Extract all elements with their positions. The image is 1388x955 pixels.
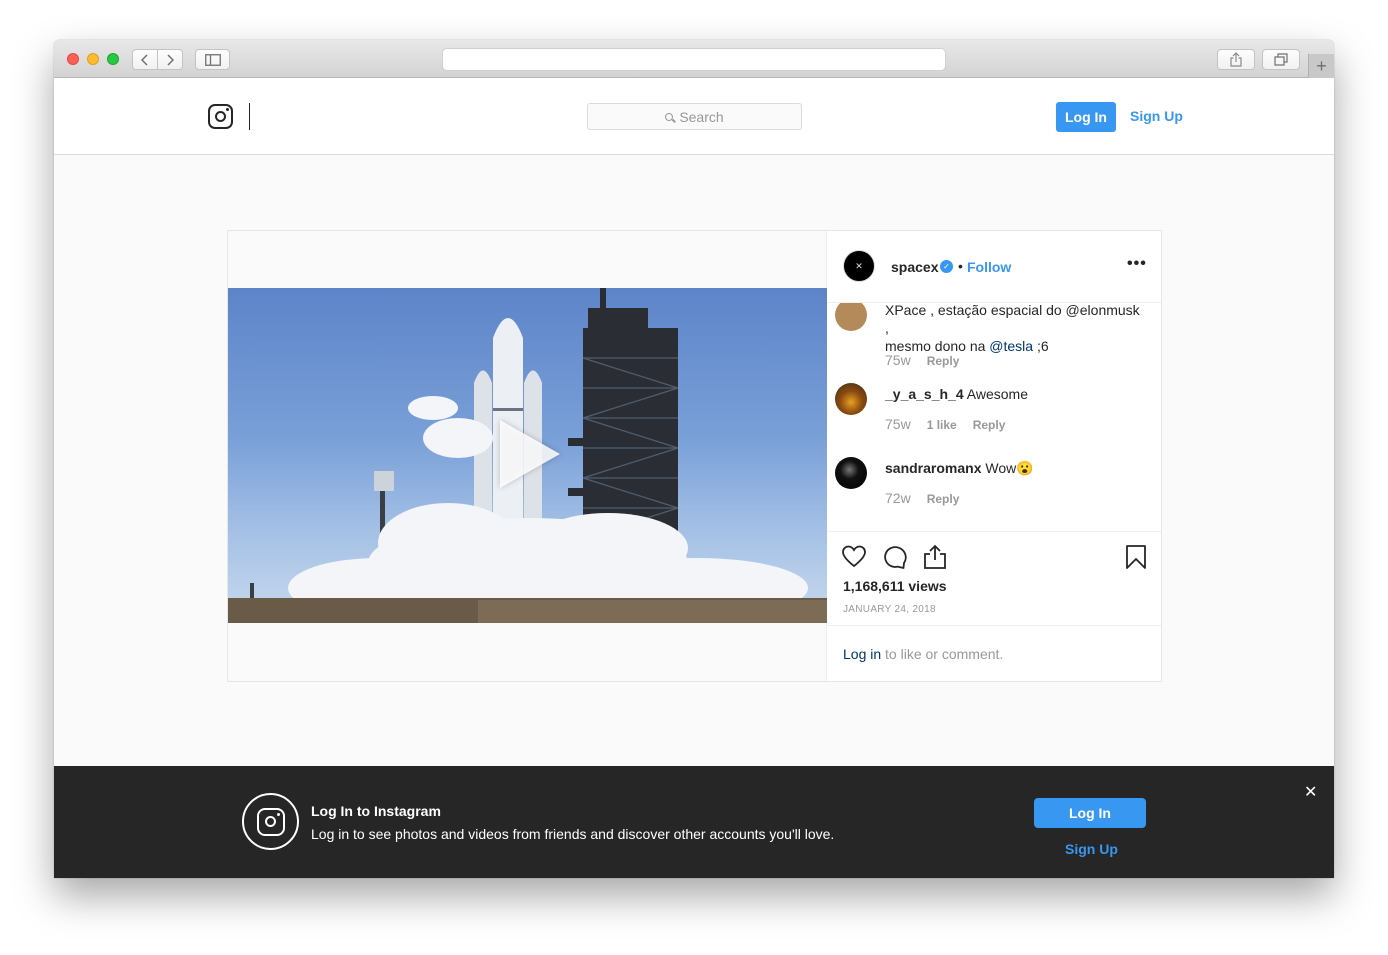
zoom-window-button[interactable] bbox=[107, 53, 119, 65]
login-link[interactable]: Log in bbox=[843, 646, 881, 662]
heart-icon[interactable] bbox=[841, 544, 867, 570]
reply-button[interactable]: Reply bbox=[927, 354, 960, 368]
sidebar-button[interactable] bbox=[195, 49, 230, 70]
comment-text: _y_a_s_h_4 Awesome bbox=[885, 385, 1147, 403]
chevron-right-icon bbox=[167, 53, 174, 66]
comments-list[interactable]: XPace , estação espacial do @elonmusk , … bbox=[827, 303, 1161, 531]
search-icon bbox=[665, 112, 674, 121]
search-input[interactable]: Search bbox=[587, 103, 802, 130]
forward-button[interactable] bbox=[157, 49, 183, 70]
header-signup-link[interactable]: Sign Up bbox=[1130, 108, 1183, 124]
reply-button[interactable]: Reply bbox=[973, 418, 1006, 432]
comment-body: Awesome bbox=[963, 386, 1028, 402]
instagram-header: Search Log In Sign Up bbox=[54, 78, 1334, 155]
comment-time[interactable]: 75w bbox=[885, 416, 911, 432]
comment-body: Wow😮 bbox=[981, 460, 1034, 476]
comment-username[interactable]: _y_a_s_h_4 bbox=[885, 386, 964, 402]
more-options-icon[interactable]: ••• bbox=[1127, 255, 1147, 273]
post-media bbox=[228, 231, 827, 681]
comment-time[interactable]: 72w bbox=[885, 490, 911, 506]
comment-line-1: XPace , estação espacial do @elonmusk , bbox=[885, 303, 1140, 336]
minimize-window-button[interactable] bbox=[87, 53, 99, 65]
login-comment-text: to like or comment. bbox=[881, 646, 1004, 662]
post-card: ✕ spacex ✓ • Follow ••• XPace , estação … bbox=[227, 230, 1162, 682]
reply-button[interactable]: Reply bbox=[927, 492, 960, 506]
comment-avatar[interactable] bbox=[835, 303, 867, 331]
banner-login-button[interactable]: Log In bbox=[1034, 798, 1146, 828]
sidebar-icon bbox=[204, 53, 221, 66]
comment-avatar[interactable] bbox=[835, 457, 867, 489]
verified-icon: ✓ bbox=[940, 260, 953, 273]
back-button[interactable] bbox=[132, 49, 158, 70]
comment-time[interactable]: 75w bbox=[885, 352, 911, 368]
nav-divider bbox=[249, 103, 250, 130]
post-sidebar: ✕ spacex ✓ • Follow ••• XPace , estação … bbox=[827, 231, 1161, 681]
comment-likes[interactable]: 1 like bbox=[927, 418, 957, 432]
banner-title: Log In to Instagram bbox=[311, 803, 441, 819]
comment-text-post: ;6 bbox=[1033, 338, 1049, 354]
post-date[interactable]: JANUARY 24, 2018 bbox=[843, 604, 936, 615]
post-header: ✕ spacex ✓ • Follow ••• bbox=[827, 231, 1161, 303]
post-actions: 1,168,611 views JANUARY 24, 2018 bbox=[827, 531, 1161, 626]
share-button[interactable] bbox=[1217, 49, 1255, 70]
instagram-logo-icon bbox=[242, 793, 299, 850]
comment-username[interactable]: sandraromanx bbox=[885, 460, 981, 476]
chevron-left-icon bbox=[141, 53, 148, 66]
view-count: 1,168,611 views bbox=[843, 578, 947, 594]
instagram-logo-icon[interactable] bbox=[208, 104, 233, 129]
follow-button[interactable]: Follow bbox=[967, 259, 1011, 275]
tabs-button[interactable] bbox=[1262, 49, 1300, 70]
mention-link[interactable]: @tesla bbox=[989, 338, 1033, 354]
browser-toolbar: + bbox=[54, 40, 1334, 78]
separator-dot: • bbox=[958, 258, 963, 274]
header-login-button[interactable]: Log In bbox=[1056, 102, 1116, 132]
share-icon bbox=[1230, 52, 1242, 67]
video-player[interactable] bbox=[228, 288, 827, 623]
bookmark-icon[interactable] bbox=[1123, 544, 1149, 570]
share-icon[interactable] bbox=[922, 544, 948, 570]
tabs-icon bbox=[1274, 53, 1288, 66]
login-banner: Log In to Instagram Log in to see photos… bbox=[54, 766, 1334, 878]
comment-text: sandraromanx Wow😮 bbox=[885, 459, 1147, 477]
close-window-button[interactable] bbox=[67, 53, 79, 65]
banner-signup-link[interactable]: Sign Up bbox=[1065, 841, 1118, 857]
comment-text: XPace , estação espacial do @elonmusk , … bbox=[885, 303, 1147, 355]
new-tab-button[interactable]: + bbox=[1308, 54, 1334, 78]
banner-subtitle: Log in to see photos and videos from fri… bbox=[311, 826, 835, 842]
comment-avatar[interactable] bbox=[835, 383, 867, 415]
address-bar[interactable] bbox=[442, 48, 946, 71]
comment-meta: 72w Reply bbox=[885, 490, 959, 506]
close-icon[interactable]: ✕ bbox=[1304, 782, 1317, 802]
comment-meta: 75w 1 like Reply bbox=[885, 416, 1005, 432]
avatar[interactable]: ✕ bbox=[843, 250, 875, 282]
comment-icon[interactable] bbox=[882, 544, 908, 570]
plus-icon: + bbox=[1316, 55, 1327, 76]
play-icon[interactable] bbox=[500, 420, 560, 488]
browser-window: + Search Log In Sign Up ✕ spacex ✓ • Fol… bbox=[54, 40, 1334, 878]
search-placeholder: Search bbox=[679, 108, 724, 125]
post-username[interactable]: spacex bbox=[891, 259, 938, 275]
login-to-comment: Log in to like or comment. bbox=[843, 646, 1003, 662]
comment-meta: 75w Reply bbox=[885, 352, 959, 368]
